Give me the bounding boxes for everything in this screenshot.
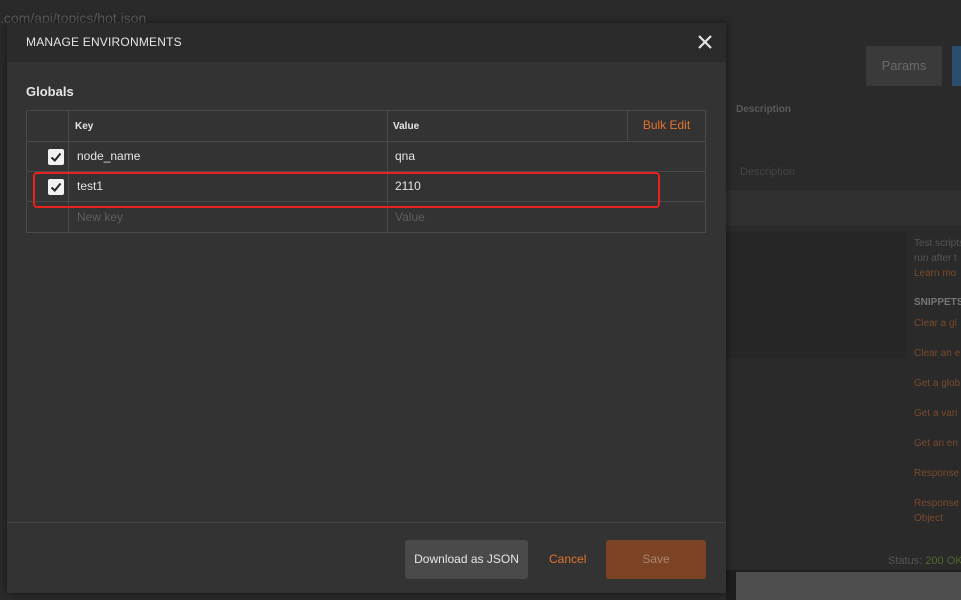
snippet-link[interactable]: Response Object xyxy=(914,496,959,526)
key-column-header: Key xyxy=(75,121,94,132)
table-header-row: Key Value Bulk Edit xyxy=(27,111,705,142)
tests-editor xyxy=(726,232,906,358)
checkmark-icon xyxy=(50,182,62,192)
value-column-header: Value xyxy=(393,121,420,132)
cancel-button[interactable]: Cancel xyxy=(549,540,586,579)
send-button-edge[interactable] xyxy=(952,46,961,86)
snippet-link[interactable]: Clear a gl xyxy=(914,316,961,331)
snippet-link[interactable]: Get a vari xyxy=(914,406,961,421)
table-row: test1 2110 xyxy=(27,172,705,202)
new-variable-row xyxy=(27,202,705,232)
modal-header: MANAGE ENVIRONMENTS xyxy=(7,23,726,62)
manage-environments-modal: MANAGE ENVIRONMENTS Globals Key Value Bu… xyxy=(7,23,726,593)
sidebar-line: run after t xyxy=(914,253,957,264)
description-placeholder: Description xyxy=(740,166,796,178)
snippet-link[interactable]: Response xyxy=(914,466,961,481)
params-button[interactable]: Params xyxy=(866,46,942,86)
new-value-input[interactable] xyxy=(395,202,695,231)
modal-title: MANAGE ENVIRONMENTS xyxy=(26,35,182,49)
tabs-band xyxy=(726,190,961,226)
table-row: node_name qna xyxy=(27,142,705,172)
globals-heading: Globals xyxy=(26,84,74,99)
snippets-sidebar: Test scripts run after t Learn mo SNIPPE… xyxy=(914,236,961,526)
snippets-label: SNIPPETS xyxy=(914,297,961,308)
close-icon[interactable] xyxy=(695,32,715,52)
download-json-button[interactable]: Download as JSON xyxy=(405,540,528,579)
column-divider xyxy=(68,111,69,232)
status-label: Status: xyxy=(888,555,923,567)
save-button[interactable]: Save xyxy=(606,540,706,579)
variable-value[interactable]: 2110 xyxy=(395,179,421,193)
response-status: Status: 200 OK xyxy=(888,555,961,567)
modal-footer: Download as JSON Cancel Save xyxy=(7,522,726,593)
response-area xyxy=(736,572,961,600)
variable-key[interactable]: node_name xyxy=(77,149,140,163)
learn-more-link[interactable]: Learn mo xyxy=(914,266,961,281)
checkmark-icon xyxy=(50,152,62,162)
snippet-link[interactable]: Clear an e xyxy=(914,346,961,361)
description-column-header: Description xyxy=(736,104,792,115)
snippet-link[interactable]: Get an en xyxy=(914,436,961,451)
variable-value[interactable]: qna xyxy=(395,149,415,163)
globals-table: Key Value Bulk Edit node_name qna test1 … xyxy=(26,110,706,233)
column-divider xyxy=(387,111,388,232)
row-enabled-checkbox[interactable] xyxy=(48,179,64,195)
snippet-link[interactable]: Get a glob xyxy=(914,376,961,391)
status-value: 200 OK xyxy=(925,555,961,567)
sidebar-line: Test scripts xyxy=(914,238,961,249)
row-enabled-checkbox[interactable] xyxy=(48,149,64,165)
variable-key[interactable]: test1 xyxy=(77,179,103,193)
bulk-edit-button[interactable]: Bulk Edit xyxy=(627,111,705,142)
new-key-input[interactable] xyxy=(77,202,377,231)
